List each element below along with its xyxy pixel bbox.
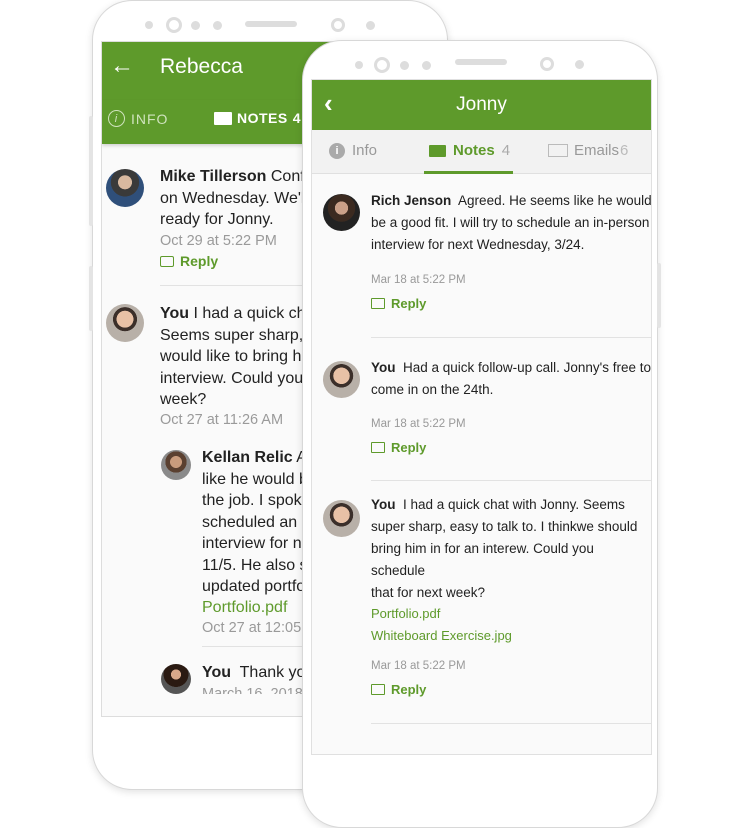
note-time: Oct 29 at 5:22 PM (160, 233, 277, 249)
side-button (657, 263, 661, 328)
tab-emails[interactable]: Emails 6 (548, 142, 628, 159)
sensor (145, 21, 153, 29)
avatar (161, 664, 191, 694)
note-text: You Had a quick follow-up call. Jonny's … (371, 360, 651, 397)
attachment-link[interactable]: Portfolio.pdf (371, 606, 440, 621)
tab-label: Notes (453, 142, 495, 159)
tab-label: INFO (131, 110, 169, 127)
camera (540, 57, 554, 71)
comment-icon (214, 111, 232, 125)
envelope-icon (548, 144, 568, 157)
attachment-link[interactable]: Portfolio.pdf (202, 599, 287, 617)
note-text: Mike Tillerson Confi on Wednesday. We'l re… (160, 168, 309, 228)
note-time: Oct 27 at 11:26 AM (160, 412, 284, 428)
tab-count: 4 (292, 110, 302, 126)
info-icon: i (108, 110, 125, 127)
sensor (400, 61, 409, 70)
note-time: Oct 27 at 12:05 P (202, 620, 315, 636)
comment-outline-icon (160, 255, 174, 267)
avatar (106, 169, 144, 207)
tab-notes[interactable]: NOTES 4 (214, 110, 301, 126)
avatar (323, 361, 360, 398)
side-button (89, 266, 93, 331)
camera (374, 57, 390, 73)
note-text: Rich Jenson Agreed. He seems like he wou… (371, 193, 652, 252)
note-time: March 16, 2018 (202, 686, 303, 694)
app-header: ‹ Jonny (312, 80, 651, 130)
tab-notes[interactable]: Notes 4 (429, 142, 510, 159)
sensor (366, 21, 375, 30)
note-text: Kellan Relic Aglike he would bthe job. I… (202, 449, 316, 595)
sensor (213, 21, 222, 30)
front-phone: ‹ Jonny i Info Notes 4 Emails 6 Rich Jens… (302, 40, 661, 828)
sensor (422, 61, 431, 70)
avatar (161, 450, 191, 480)
sensor (575, 60, 584, 69)
tab-bar: i Info Notes 4 Emails 6 (312, 130, 651, 174)
comment-outline-icon (371, 298, 385, 309)
tab-info[interactable]: i Info (329, 142, 377, 159)
reply-button[interactable]: Reply (371, 296, 426, 311)
tab-indicator (424, 171, 513, 174)
note-time: Mar 18 at 5:22 PM (371, 660, 466, 672)
reply-button[interactable]: Reply (371, 682, 426, 697)
header-title: Jonny (456, 94, 507, 115)
comment-outline-icon (371, 684, 385, 695)
tab-label: Info (352, 142, 378, 159)
note-time: Mar 18 at 5:22 PM (371, 418, 466, 430)
reply-button[interactable]: Reply (371, 440, 426, 455)
sensor (355, 61, 363, 69)
tab-count: 6 (620, 142, 629, 159)
avatar (106, 304, 144, 342)
tab-label: NOTES (237, 110, 288, 126)
note-text: You I had a quick ch Seems super sharp, wo… (160, 305, 306, 408)
camera (331, 18, 345, 32)
divider (371, 723, 651, 724)
divider (371, 480, 651, 481)
tab-count: 4 (501, 142, 511, 159)
attachment-link[interactable]: Whiteboard Exercise.jpg (371, 628, 512, 643)
speaker (245, 21, 297, 27)
note-text: You I had a quick chat with Jonny. Seems… (371, 497, 638, 600)
divider (371, 337, 651, 338)
reply-button[interactable]: Reply (160, 253, 218, 269)
note-text: You Thank you (202, 664, 315, 681)
info-icon: i (329, 142, 345, 159)
comment-outline-icon (371, 442, 385, 453)
sensor (191, 21, 200, 30)
front-screen: ‹ Jonny i Info Notes 4 Emails 6 Rich Jens… (311, 79, 652, 755)
side-button (89, 116, 93, 226)
camera (166, 17, 182, 33)
tab-label: Emails (574, 142, 620, 159)
comment-icon (429, 144, 446, 157)
speaker (455, 59, 507, 65)
avatar (323, 500, 360, 537)
arrow-left-icon[interactable]: ← (110, 52, 134, 80)
header-title: Rebecca (160, 55, 243, 78)
note-time: Mar 18 at 5:22 PM (371, 274, 466, 286)
avatar (323, 194, 360, 231)
tab-info[interactable]: i INFO (108, 110, 168, 127)
